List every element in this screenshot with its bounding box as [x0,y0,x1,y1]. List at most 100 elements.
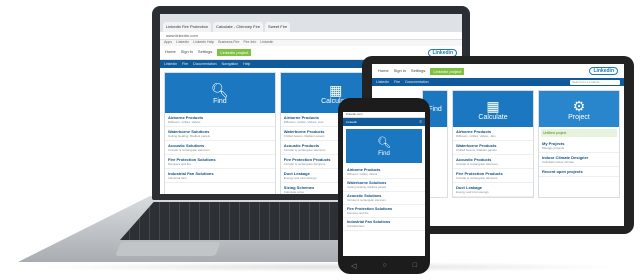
list-item[interactable]: Waterborne Products Chilled beams, Radian… [453,141,533,155]
item-subtitle: Dampers and fire [168,162,192,166]
nav-link-active[interactable]: Linkedin project [430,67,465,75]
find-card-title: Find [428,105,442,113]
item-subtitle: Dampers and fire [347,211,369,215]
bookmark[interactable]: Linkedin Help [193,40,214,46]
list-item[interactable]: Waterborne Solutions Ceiling Heating, Rad… [165,127,275,141]
list-item[interactable]: Duct Leakage Energy and cost savings [453,183,533,197]
search-icon: 🔍︎ [377,137,391,149]
phone-nav-keys: ◁ ○ □ [338,262,430,270]
list-item[interactable]: Airborne Products Diffusers, Grilles, Val… [165,113,275,127]
nav-link-active[interactable]: Linkedin project [217,49,252,56]
hamburger-icon[interactable]: ☰ [419,120,422,124]
laptop-keyboard [120,202,360,240]
nav-link[interactable]: Sign in [394,68,406,75]
item-subtitle: Circular & rectangular silencers [168,148,210,152]
phone-screen: linkedin.com Linkedin ☰ 🔍︎ Find Airborne… [343,112,425,256]
list-item[interactable]: Acoustic Products Circular & rectangular … [453,155,533,169]
list-item[interactable]: Industrial Fan Solutions Industrial fans [165,169,275,183]
browser-tab[interactable]: Linkedin Fire Protection [163,22,212,32]
item-subtitle: Diffusers, Grilles, Valves [168,120,201,124]
item-subtitle: Ceiling Heating, Radiant panels [168,134,211,138]
nav-link[interactable]: Settings [198,49,212,56]
item-subtitle: Circular & rectangular silencers [456,162,498,166]
site-logo[interactable]: Linkedin [589,67,618,75]
item-title: Recent open projects [542,169,583,174]
floor-shadow [30,262,630,272]
find-card-header[interactable]: 🔍︎ Find [346,129,422,163]
gears-icon: ⚙ [572,97,586,114]
back-icon[interactable]: ◁ [351,262,356,270]
bookmark[interactable]: Apps [164,40,172,46]
nav-link[interactable]: Sign in [181,49,193,56]
calculator-icon: ▦ [329,81,343,98]
browser-tab[interactable]: Sweet Fire [265,22,291,32]
calculate-card-title: Calculate [478,113,508,121]
nav-link[interactable]: Home [378,68,389,75]
menu-item[interactable]: Documentation [193,62,217,66]
item-subtitle: Ceiling Heating, Radiant panels [347,185,387,189]
list-item[interactable]: Acoustic Solutions Circular & rectangular… [165,141,275,155]
site-nav: Home Sign in Settings Linkedin project [378,67,465,75]
menu-item[interactable]: Fire [394,80,400,84]
menu-item[interactable]: Linkedin [164,62,177,66]
site-header: Home Sign in Settings Linkedin project L… [372,64,624,78]
find-card-header[interactable]: 🔍︎ Find [165,73,275,113]
item-subtitle: Manage projects [542,146,565,150]
laptop-touchpad [115,242,221,256]
item-subtitle: Industrial fans [168,176,187,180]
bookmark[interactable]: Business Fire [218,40,239,46]
find-card-title: Find [378,151,390,157]
item-subtitle: Circular & rectangular silencers [347,198,386,202]
project-card-title: Project [568,113,590,121]
item-subtitle: Industrial fans [347,224,365,228]
list-item[interactable]: Fire Protection Products Circular & recta… [453,169,533,183]
project-card[interactable]: ⚙ Project Untitled project My Projects Ma… [538,90,620,198]
main-menu-bar: Linkedin Fire Documentation Search for a… [372,78,624,86]
list-item[interactable]: Recent open projects [539,167,619,177]
device-mockup-scene: Linkedin Fire Protection Calculate - Chi… [0,0,642,280]
home-icon[interactable]: ○ [382,262,386,270]
phone-bezel: linkedin.com Linkedin ☰ 🔍︎ Find Airborne… [338,98,430,274]
list-item[interactable]: Acoustic Solutions Circular & rectangular… [343,192,425,205]
list-item[interactable]: My Projects Manage projects [539,139,619,153]
list-item[interactable]: Fire Protection Solutions Dampers and fir… [165,155,275,169]
bookmark[interactable]: Fire Info [243,40,256,46]
list-item[interactable]: Airborne Products Diffusers, Grilles, Val… [343,166,425,179]
phone-menu-bar: Linkedin ☰ [343,118,425,126]
item-subtitle: Energy and cost savings [456,190,489,194]
item-subtitle: Chilled beams, Radiant panels [456,148,497,152]
item-subtitle: Diffusers, Grilles, Valves, Jets [456,134,496,138]
item-subtitle: Calculate indoor climate [542,160,575,164]
list-item[interactable]: Airborne Products Diffusers, Grilles, Val… [453,127,533,141]
menu-item[interactable]: Help [243,62,250,66]
menu-item[interactable]: Fire [182,62,188,66]
search-icon: 🔍︎ [211,81,229,98]
bookmark[interactable]: Linkedin [176,40,189,46]
calculator-icon: ▦ [486,97,500,114]
item-subtitle: Diffusers, Grilles, Valves [347,172,378,176]
menu-item[interactable]: Navigation [222,62,239,66]
site-logo[interactable]: Linkedin [346,120,357,124]
menu-item[interactable]: Linkedin [376,80,389,84]
nav-link[interactable]: Settings [411,68,425,75]
new-project-button[interactable]: Untitled project [541,129,617,137]
bookmark[interactable]: Linkedin [260,40,273,46]
find-card-title: Find [213,97,227,105]
site-nav: Home Sign in Settings Linkedin project [165,49,252,56]
recents-icon[interactable]: □ [413,262,417,270]
item-subtitle: Circular & rectangular dampers [456,176,498,180]
find-card[interactable]: 🔍︎ Find Airborne Products Diffusers, Gril… [164,72,276,194]
list-item[interactable]: Fire Protection Solutions Dampers and fir… [343,205,425,218]
browser-tab[interactable]: Calculate - Chimney Fire [213,22,264,32]
list-item[interactable]: Indoor Climate Designer Calculate indoor … [539,153,619,167]
search-input[interactable]: Search for a product... [570,79,620,85]
project-card-header[interactable]: ⚙ Project [539,91,619,127]
list-item[interactable]: Waterborne Solutions Ceiling Heating, Rad… [343,179,425,192]
menu-item[interactable]: Documentation [405,80,429,84]
nav-link[interactable]: Home [165,49,176,56]
browser-tab-strip: Linkedin Fire Protection Calculate - Chi… [160,14,462,32]
calculate-card-header[interactable]: ▦ Calculate [453,91,533,127]
address-bar[interactable]: www.linkedin.com [160,32,462,40]
calculate-card[interactable]: ▦ Calculate Airborne Products Diffusers, … [452,90,534,198]
list-item[interactable]: Industrial Fan Solutions Industrial fans [343,218,425,231]
